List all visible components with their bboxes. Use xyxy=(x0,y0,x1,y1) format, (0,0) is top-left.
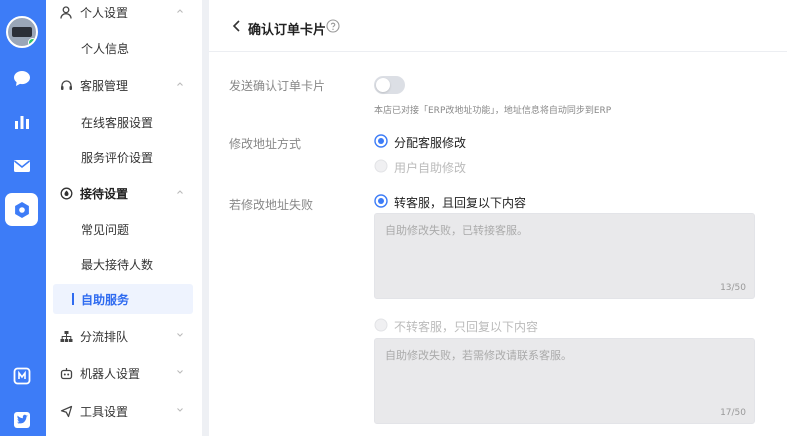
hierarchy-icon xyxy=(59,329,73,343)
menu-item-label: 常见问题 xyxy=(81,222,130,237)
avatar[interactable] xyxy=(6,16,38,48)
modify-method-label: 修改地址方式 xyxy=(229,137,302,151)
send-icon xyxy=(59,404,73,418)
settings-gear-icon[interactable] xyxy=(5,193,38,226)
radio-label: 用户自助修改 xyxy=(394,161,467,175)
side-menu: 个人设置 个人信息 客服管理 在线客服设置 服务评价设置 接待设置 常见问题 最… xyxy=(46,0,202,436)
toggle-knob xyxy=(376,78,390,92)
mail-icon[interactable] xyxy=(11,155,33,177)
menu-group-label: 分流排队 xyxy=(80,329,129,344)
menu-group-reception-settings[interactable]: 接待设置 xyxy=(46,178,202,208)
menu-group-label: 个人设置 xyxy=(80,5,129,20)
menu-item-label: 自助服务 xyxy=(81,292,130,307)
notebook-icon[interactable] xyxy=(11,365,33,387)
menu-item-label: 最大接待人数 xyxy=(81,257,154,272)
chevron-down-icon xyxy=(177,333,183,337)
menu-item-personal-info[interactable]: 个人信息 xyxy=(46,33,202,63)
chevron-up-icon xyxy=(177,82,183,86)
menu-item-max-reception[interactable]: 最大接待人数 xyxy=(46,249,202,279)
chevron-up-icon xyxy=(177,9,183,13)
radio-transfer-cs[interactable] xyxy=(374,194,388,208)
chat-bubble-icon[interactable] xyxy=(11,67,33,89)
bar-chart-icon[interactable] xyxy=(11,111,33,133)
send-card-label: 发送确认订单卡片 xyxy=(229,79,326,93)
erp-sync-note: 本店已对接「ERP改地址功能」，地址信息将自动同步到ERP xyxy=(374,106,612,116)
menu-item-self-service[interactable]: 自助服务 xyxy=(53,284,193,314)
robot-icon xyxy=(59,366,73,380)
online-status-dot xyxy=(28,38,36,46)
menu-item-label: 个人信息 xyxy=(81,41,130,56)
menu-group-label: 机器人设置 xyxy=(80,366,141,381)
page-title: 确认订单卡片 xyxy=(248,23,327,38)
transfer-reply-textarea[interactable]: 自助修改失败，已转接客服。 13/50 xyxy=(374,213,755,299)
menu-group-personal-settings[interactable]: 个人设置 xyxy=(46,0,202,27)
radio-no-transfer[interactable] xyxy=(374,318,388,332)
char-count: 17/50 xyxy=(720,408,746,418)
on-failure-label: 若修改地址失败 xyxy=(229,198,314,212)
textarea-text: 自助修改失败，若需修改请联系客服。 xyxy=(385,349,572,362)
textarea-text: 自助修改失败，已转接客服。 xyxy=(385,224,528,237)
avatar-image xyxy=(12,27,32,37)
menu-group-label: 工具设置 xyxy=(80,404,129,419)
menu-group-label: 客服管理 xyxy=(80,78,129,93)
layout-gutter xyxy=(202,0,209,436)
no-transfer-reply-textarea[interactable]: 自助修改失败，若需修改请联系客服。 17/50 xyxy=(374,338,755,424)
back-arrow-icon[interactable] xyxy=(231,19,243,33)
radio-user-self[interactable] xyxy=(374,159,388,173)
menu-group-routing-queue[interactable]: 分流排队 xyxy=(46,321,202,351)
menu-group-robot-settings[interactable]: 机器人设置 xyxy=(46,358,202,388)
radio-label: 不转客服，只回复以下内容 xyxy=(394,320,539,334)
main-panel: 确认订单卡片 发送确认订单卡片 本店已对接「ERP改地址功能」，地址信息将自动同… xyxy=(209,0,787,436)
menu-item-rating-settings[interactable]: 服务评价设置 xyxy=(46,142,202,172)
headset-icon xyxy=(59,78,73,92)
menu-item-label: 服务评价设置 xyxy=(81,150,154,165)
radio-assign-cs[interactable] xyxy=(374,134,388,148)
app-rail xyxy=(0,0,46,436)
help-icon[interactable] xyxy=(326,19,340,33)
chevron-up-icon xyxy=(177,190,183,194)
radio-label: 分配客服修改 xyxy=(394,136,467,150)
menu-item-label: 在线客服设置 xyxy=(81,115,154,130)
selected-indicator xyxy=(72,293,74,305)
char-count: 13/50 xyxy=(720,283,746,293)
menu-item-faq[interactable]: 常见问题 xyxy=(46,214,202,244)
bird-icon[interactable] xyxy=(11,409,33,431)
menu-group-cs-management[interactable]: 客服管理 xyxy=(46,70,202,100)
menu-item-online-cs-settings[interactable]: 在线客服设置 xyxy=(46,107,202,137)
radio-label: 转客服，且回复以下内容 xyxy=(394,196,527,210)
menu-group-tool-settings[interactable]: 工具设置 xyxy=(46,396,202,426)
flame-icon xyxy=(59,186,73,200)
menu-group-label: 接待设置 xyxy=(80,186,129,201)
user-icon xyxy=(59,5,73,19)
chevron-down-icon xyxy=(177,370,183,374)
chevron-down-icon xyxy=(177,408,183,412)
send-card-toggle[interactable] xyxy=(374,76,405,94)
page-header: 确认订单卡片 xyxy=(209,0,787,52)
